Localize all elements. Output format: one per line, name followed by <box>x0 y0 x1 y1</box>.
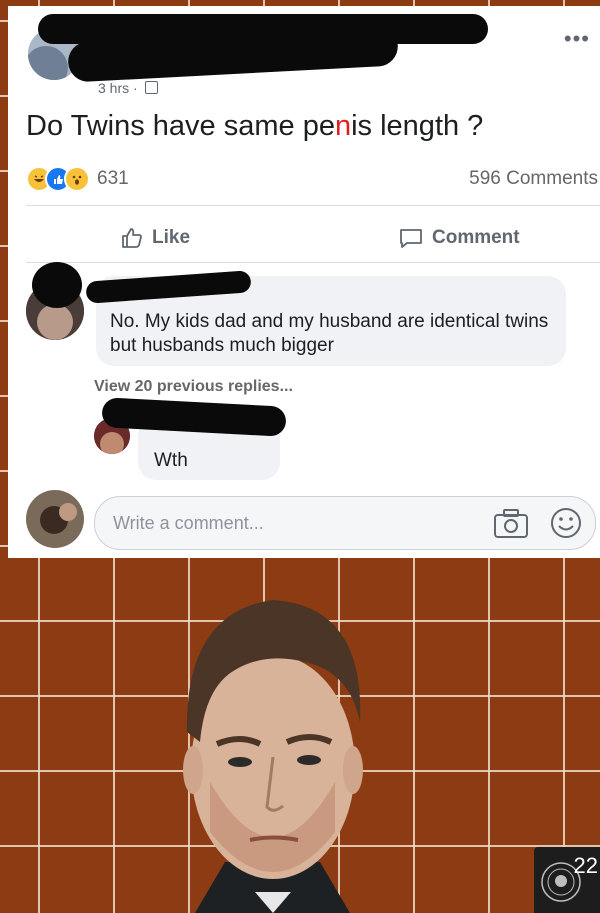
redacted-commenter-avatar <box>32 262 82 308</box>
reaction-count: 631 <box>97 168 129 189</box>
like-icon <box>122 228 142 248</box>
reply-text: Wth <box>154 450 188 471</box>
emoji-icon[interactable] <box>549 506 583 540</box>
watermark-badge: 22 <box>534 847 600 913</box>
post-text: Do Twins have same penis length ? <box>26 110 483 143</box>
comment-text: No. My kids dad and my husband are ident… <box>110 311 549 356</box>
reactions-summary[interactable]: 631 <box>26 166 129 192</box>
like-label: Like <box>152 227 191 248</box>
camera-icon[interactable] <box>493 507 529 539</box>
comment-input-placeholder: Write a comment... <box>113 513 264 533</box>
timestamp-text: 3 hrs · <box>98 80 138 96</box>
divider-top <box>26 205 600 206</box>
globe-icon <box>144 81 158 94</box>
watermark-number: 22 <box>573 853 598 878</box>
more-options-button[interactable]: ••• <box>564 26 590 52</box>
like-button[interactable]: Like <box>120 226 190 250</box>
redacted-commenter-name <box>85 270 252 304</box>
view-previous-replies-link[interactable]: View 20 previous replies... <box>94 378 293 396</box>
wow-reaction-icon <box>64 166 90 192</box>
comment-input[interactable]: Write a comment... <box>94 496 596 550</box>
comment-label: Comment <box>432 227 520 248</box>
comment-count[interactable]: 596 Comments <box>469 168 598 190</box>
post-text-prefix: Do Twins have same pe <box>26 110 335 142</box>
divider-bottom <box>26 262 600 263</box>
comment-icon <box>400 229 422 248</box>
facebook-post-card: ••• 3 hrs · Do Twins have same penis len… <box>8 6 600 558</box>
comment-button[interactable]: Comment <box>398 226 520 250</box>
post-text-suffix: is length ? <box>351 110 484 142</box>
post-text-censored: n <box>334 110 352 142</box>
reaction-face-image <box>155 592 390 913</box>
post-timestamp: 3 hrs · <box>98 80 158 96</box>
current-user-avatar[interactable] <box>26 490 84 548</box>
comment-bubble[interactable]: No. My kids dad and my husband are ident… <box>85 270 566 366</box>
